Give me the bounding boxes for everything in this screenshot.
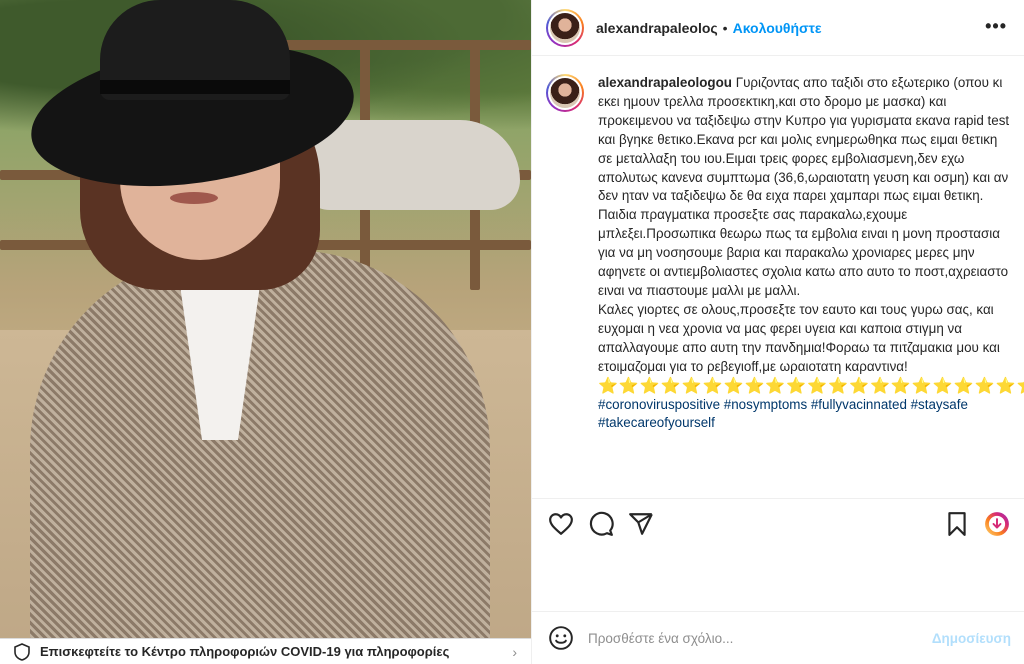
save-button[interactable]: [944, 511, 970, 537]
comment-icon: [589, 511, 614, 536]
comment-button[interactable]: [588, 511, 614, 537]
post-header: alexandrapaleoloς • Ακολουθήστε •••: [532, 0, 1024, 56]
follow-button[interactable]: Ακολουθήστε: [733, 20, 822, 36]
lips: [170, 192, 218, 204]
action-bar: [532, 498, 1024, 548]
chevron-right-icon: ›: [512, 644, 517, 660]
username-link[interactable]: alexandrapaleoloς: [596, 20, 718, 36]
caption-text: Γυριζοντας απο ταξιδι στο εξωτερικο (οπο…: [598, 75, 1010, 204]
download-button[interactable]: [984, 511, 1010, 537]
caption-section: alexandrapaleologou Γυριζοντας απο ταξιδ…: [532, 56, 1024, 498]
stars-emoji: ⭐⭐⭐⭐⭐⭐⭐⭐⭐⭐⭐⭐⭐⭐⭐⭐⭐⭐⭐⭐⭐⭐⭐⭐⭐⭐⭐: [598, 377, 1024, 395]
post-side-panel: alexandrapaleoloς • Ακολουθήστε ••• alex…: [531, 0, 1024, 664]
share-button[interactable]: [628, 511, 654, 537]
covid-banner-text: Επισκεφτείτε το Κέντρο πληροφοριών COVID…: [40, 644, 450, 659]
hashtags[interactable]: #coronoviruspositive #nosymptoms #fullyv…: [598, 396, 1012, 434]
horse: [300, 120, 520, 210]
caption-body: alexandrapaleologou Γυριζοντας απο ταξιδ…: [598, 74, 1024, 498]
comment-input[interactable]: [588, 630, 918, 646]
separator-dot: •: [722, 19, 728, 36]
covid-info-banner[interactable]: Επισκεφτείτε το Κέντρο πληροφοριών COVID…: [0, 638, 531, 664]
heart-icon: [549, 513, 573, 535]
post-photo[interactable]: [0, 0, 531, 638]
bookmark-icon: [948, 512, 966, 536]
like-button[interactable]: [548, 511, 574, 537]
shield-icon: [14, 642, 30, 661]
avatar[interactable]: [546, 8, 584, 47]
hat-band: [100, 80, 290, 94]
caption-paragraph-3: Καλες γιορτες σε ολους,προσεξτε τον εαυτ…: [598, 301, 1000, 374]
publish-button[interactable]: Δημοσίευση: [932, 631, 1011, 646]
download-icon: [985, 512, 1009, 536]
caption-paragraph-1: alexandrapaleologou Γυριζοντας απο ταξιδ…: [598, 74, 1012, 206]
comment-bar: Δημοσίευση: [532, 611, 1024, 664]
caption-paragraph-2: Παιδια πραγματικα προσεξτε σας παρακαλω,…: [598, 207, 1009, 298]
emoji-icon[interactable]: [548, 625, 574, 651]
share-icon: [629, 513, 653, 535]
caption-avatar[interactable]: [546, 74, 584, 112]
fence-rail: [260, 40, 531, 50]
caption-username[interactable]: alexandrapaleologou: [598, 75, 732, 90]
more-options-icon[interactable]: •••: [985, 16, 1007, 37]
jacket: [30, 250, 490, 638]
